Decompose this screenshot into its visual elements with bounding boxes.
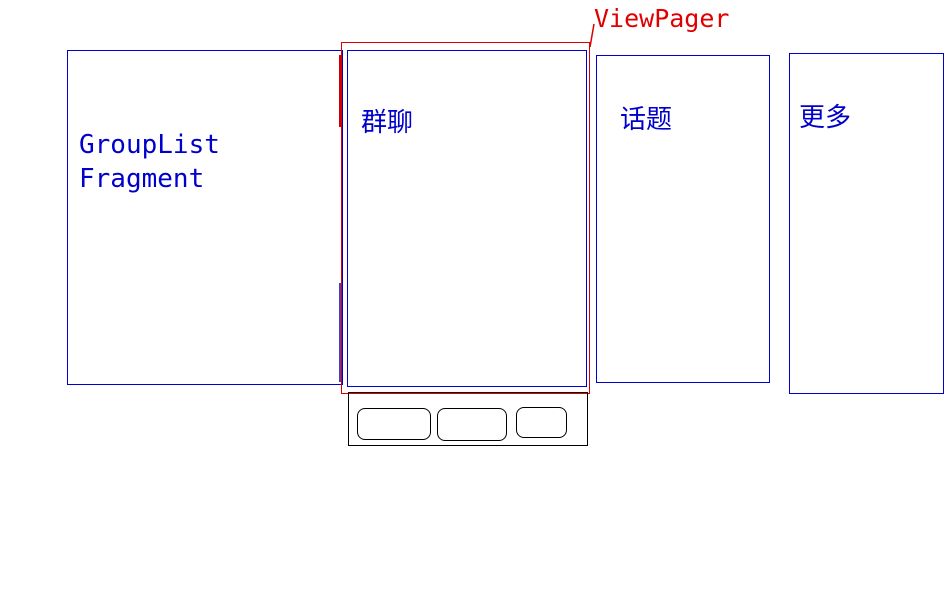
grouplist-fragment-panel — [67, 50, 343, 385]
viewpager-label: ViewPager — [594, 4, 730, 33]
grouplist-fragment-label: GroupList Fragment — [79, 130, 220, 194]
bottom-tab-button-1[interactable] — [357, 408, 431, 440]
page-label-huati: 话题 — [620, 105, 673, 135]
bottom-tab-button-2[interactable] — [437, 408, 507, 441]
viewpager-page-qunliao — [347, 50, 587, 387]
page-label-gengduo: 更多 — [799, 103, 852, 133]
page-label-qunliao: 群聊 — [361, 108, 414, 138]
bottom-tab-button-3[interactable] — [516, 407, 567, 438]
